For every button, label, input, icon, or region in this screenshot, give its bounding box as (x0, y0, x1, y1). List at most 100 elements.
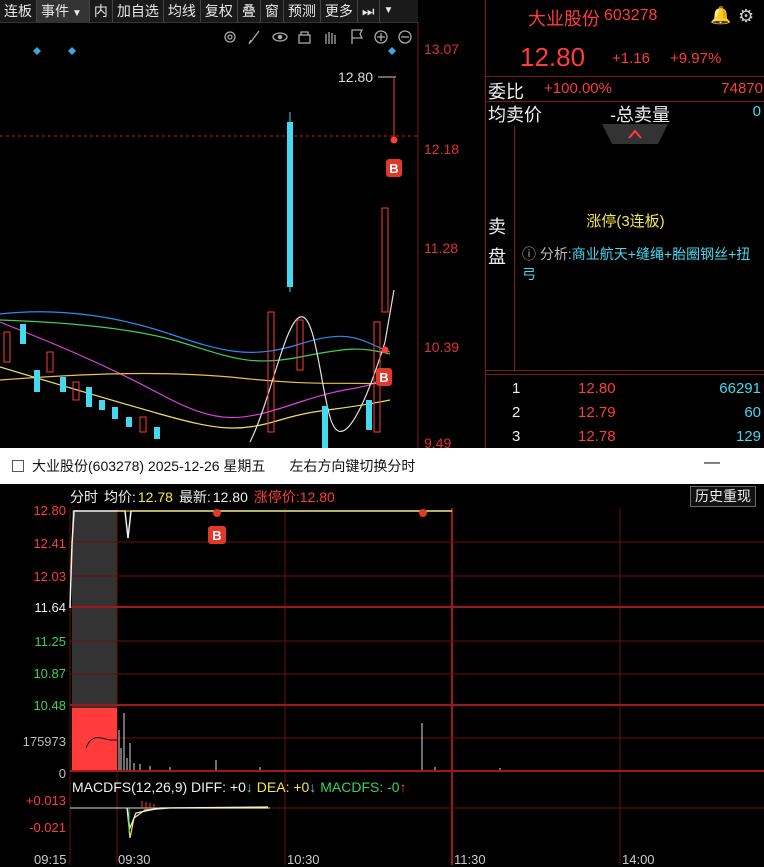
window-titlebar[interactable]: 大业股份(603278) 2025-12-26 星期五 左右方向键切换分时 — (0, 448, 764, 484)
toolbar-item-events[interactable]: 事件 ▼ (37, 0, 90, 22)
y-tick: 12.80 (33, 503, 66, 518)
gear-icon[interactable]: ⚙ (738, 6, 754, 27)
price-change-pct: +9.97% (670, 50, 722, 67)
intraday-legend: 分时 均价: 12.78 最新: 12.80 涨停价: 12.80 (70, 487, 764, 507)
legend-fenshi: 分时 (70, 489, 98, 505)
price-line (69, 510, 452, 609)
macd-legend: MACDFS(12,26,9) DIFF: +0↓ DEA: +0↓ MACDF… (72, 779, 407, 795)
intraday-chart[interactable]: B (0, 508, 764, 865)
macd-tick: +0.013 (25, 793, 66, 808)
price-tick: 10.39 (424, 339, 459, 355)
total-sell-text: 总卖量 (616, 105, 670, 125)
buy-marker-label: B (379, 370, 388, 385)
chart-tool-icons (224, 29, 412, 45)
toolbar-item-more[interactable]: 更多 (321, 0, 358, 22)
price-change: +1.16 (612, 50, 650, 67)
lock-icon[interactable] (298, 31, 311, 44)
y-tick: 12.03 (33, 569, 66, 584)
toolbar-item-forecast[interactable]: 预测 (284, 0, 321, 22)
legend-avg-label: 均价: (104, 489, 136, 505)
flag-icon[interactable] (351, 29, 364, 44)
event-dot[interactable] (419, 509, 427, 517)
legend-latest-label: 最新: (178, 489, 211, 505)
kline-chart[interactable]: 13.07 12.18 11.28 10.39 9.49 12.80 B B (0, 22, 484, 450)
ratio-row: 委比 +100.00% 74870 (486, 78, 764, 102)
arrow-up-icon: ↑ (399, 779, 407, 795)
arrow-down-icon: ↓ (245, 779, 253, 795)
bid-volume: 129 (735, 428, 761, 445)
macd-diff: DIFF: +0 (191, 779, 246, 795)
event-dot[interactable] (213, 509, 221, 517)
buy-marker[interactable]: B (208, 526, 226, 544)
macd-tick: -0.021 (29, 820, 66, 835)
price-row: 12.80 +1.16 +9.97% (486, 42, 764, 72)
current-price: 12.80 (520, 42, 586, 72)
history-replay-button[interactable]: 历史重现 (690, 486, 756, 507)
stock-name: 大业股份 (528, 9, 600, 29)
quote-panel: 大业股份 603278 🔔 ⚙ 12.80 +1.16 +9.97% 委比 +1… (485, 0, 764, 450)
toolbar-item-add-watchlist[interactable]: 加自选 (113, 0, 164, 22)
minimize-icon[interactable]: — (704, 454, 720, 472)
macd-diff-line (126, 806, 269, 831)
events-label: 事件 (41, 3, 69, 19)
settings-icon[interactable] (224, 31, 236, 43)
bid-level: 1 (512, 380, 521, 397)
dropdown-icon[interactable]: ▼ (380, 0, 398, 22)
arrow-down-icon: ↓ (309, 779, 317, 795)
y-tick: 10.87 (33, 666, 66, 681)
stock-code: 603278 (604, 7, 658, 24)
toolbar-item-overlay[interactable]: 叠 (238, 0, 261, 22)
window-hint: 左右方向键切换分时 (289, 458, 416, 474)
y-tick: 11.25 (34, 634, 66, 649)
legend-limit-label: 涨停价: (253, 489, 300, 505)
window-icon (12, 460, 24, 472)
macd-dea-line (126, 807, 268, 839)
legend-avg-value: 12.78 (137, 489, 173, 505)
hand-icon[interactable] (325, 32, 336, 44)
legend-limit-value: 12.80 (299, 489, 335, 505)
bid-price: 12.78 (578, 428, 616, 445)
pre-market-volume (72, 708, 117, 770)
price-tick: 12.18 (424, 141, 459, 157)
zoom-out-icon[interactable] (398, 30, 412, 44)
intraday-window: 大业股份(603278) 2025-12-26 星期五 左右方向键切换分时 — … (0, 448, 764, 867)
chevron-down-icon[interactable]: ▼ (69, 8, 85, 19)
volume-bars (118, 713, 501, 770)
avg-sell-label: 均卖价 (488, 105, 542, 125)
y-tick: 12.41 (33, 536, 66, 551)
price-tick: 13.07 (424, 41, 459, 57)
buy-marker[interactable]: B (386, 159, 402, 177)
y-tick: 10.48 (33, 698, 66, 713)
volume-tick: 175973 (22, 734, 66, 749)
chart-toolbar: 连板 事件 ▼ 内 加自选 均线 复权 叠 窗 预测 更多 ⏭ ▼ (0, 0, 418, 23)
analysis-prefix: 分析: (539, 246, 572, 262)
last-price-tag: 12.80 (338, 69, 373, 85)
pencil-icon[interactable] (248, 30, 260, 45)
event-markers[interactable] (33, 47, 396, 55)
total-sell-value: 0 (752, 103, 761, 120)
skip-end-icon[interactable]: ⏭ (358, 0, 380, 22)
buy-marker[interactable]: B (376, 368, 392, 386)
toolbar-item-window[interactable]: 窗 (261, 0, 284, 22)
bid-volume: 60 (744, 404, 761, 421)
avg-sell-row: 均卖价 -总卖量 0 (486, 101, 764, 125)
ratio-volume: 74870 (721, 80, 763, 97)
zoom-in-icon[interactable] (374, 30, 388, 44)
toolbar-item-ma[interactable]: 均线 (164, 0, 201, 22)
toolbar-item-lianban[interactable]: 连板 (0, 0, 37, 22)
eye-icon[interactable] (272, 32, 288, 42)
macd-macdfs: MACDFS: -0 (320, 779, 400, 795)
collapse-up-button[interactable] (602, 124, 668, 144)
toolbar-item-nei[interactable]: 内 (90, 0, 113, 22)
analysis-text: ⓘ 分析:商业航天+缝绳+胎圈钢丝+扭弓 (522, 244, 758, 284)
price-tick: 11.28 (424, 240, 458, 256)
volume-zero-tick: 0 (58, 766, 66, 781)
bid-volume: 66291 (719, 380, 761, 397)
bell-icon[interactable]: 🔔 (710, 6, 731, 26)
macd-name: MACDFS(12,26,9) (72, 779, 188, 795)
intraday-grid (69, 508, 764, 865)
buy-marker-label: B (389, 161, 398, 176)
stock-header: 大业股份 603278 🔔 ⚙ (486, 4, 764, 30)
buy-marker-label: B (212, 528, 221, 543)
toolbar-item-adjust[interactable]: 复权 (201, 0, 238, 22)
